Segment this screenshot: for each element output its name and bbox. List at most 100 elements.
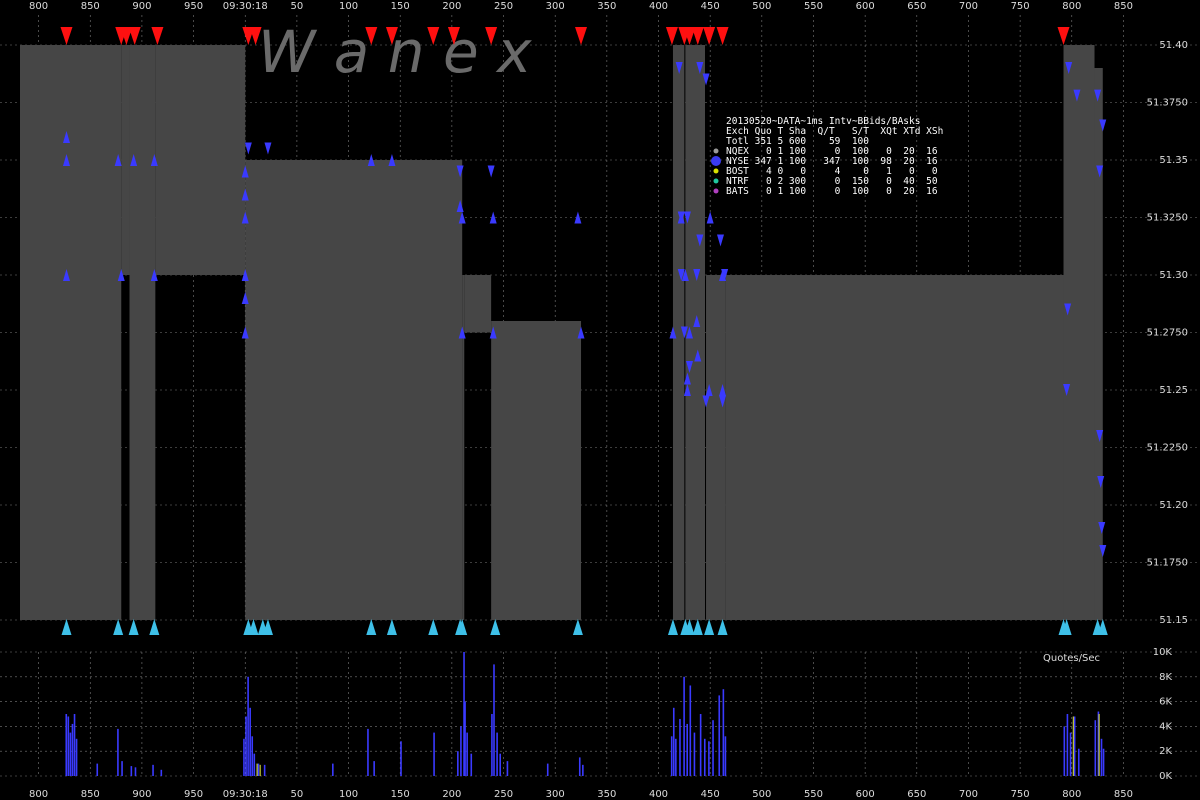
- x-tick-label-top: 200: [442, 1, 461, 12]
- quote-rate-bar: [675, 738, 677, 776]
- x-tick-label-top: 500: [752, 1, 771, 12]
- quote-rate-bar: [670, 736, 673, 776]
- quote-rate-bar: [243, 738, 245, 776]
- x-tick-label-bottom: 950: [184, 789, 203, 800]
- quote-rate-bar: [506, 761, 509, 776]
- spread-segment: [706, 275, 726, 620]
- quote-rate-bar: [1069, 732, 1072, 776]
- rate-tick-label: 10K: [1153, 647, 1173, 658]
- spread-segment: [1063, 45, 1095, 620]
- nbbo-ask-marker: [691, 27, 704, 45]
- x-tick-label-top: 300: [546, 1, 565, 12]
- quote-rate-bar: [672, 707, 675, 776]
- rate-tick-label: 0K: [1159, 771, 1172, 782]
- nyse-bid-quote: [706, 211, 714, 224]
- x-tick-label-top: 650: [907, 1, 926, 12]
- quote-rate-bar: [67, 716, 70, 776]
- nyse-ask-quote: [487, 165, 495, 178]
- quote-rate-bar: [546, 763, 549, 776]
- x-tick-label-bottom: 850: [81, 789, 100, 800]
- quote-rate-bar: [249, 707, 251, 776]
- nbbo-bid-marker: [366, 619, 377, 635]
- quote-rate-bar: [724, 736, 727, 776]
- rate-axis-label: Quotes/Sec: [1043, 653, 1100, 664]
- quote-rate-bar: [263, 764, 266, 776]
- quote-rate-bar: [332, 763, 334, 776]
- spread-segment: [129, 45, 156, 620]
- quote-rate-bar: [1063, 726, 1066, 776]
- price-tick-label: 51.25: [1159, 385, 1188, 396]
- price-tick-label: 51.1750: [1147, 558, 1188, 569]
- nyse-ask-quote: [264, 142, 272, 155]
- nbbo-bid-marker: [113, 619, 124, 635]
- price-tick-label: 51.35: [1159, 155, 1188, 166]
- x-tick-label-bottom: 900: [132, 789, 151, 800]
- nbbo-chart: W a n e x 80080085085090090095095009:30:…: [0, 1, 1200, 800]
- x-tick-label-top: 350: [597, 1, 616, 12]
- quote-rate-bar: [373, 761, 375, 776]
- x-tick-label-bottom: 800: [1062, 789, 1081, 800]
- spread-segment: [121, 45, 130, 275]
- x-tick-label-top: 700: [959, 1, 978, 12]
- nbbo-bid-marker: [704, 619, 715, 635]
- x-tick-label-bottom: 350: [597, 789, 616, 800]
- x-tick-label-top: 50: [291, 1, 304, 12]
- legend-dot: [713, 148, 719, 154]
- spread-segment: [245, 160, 463, 620]
- x-tick-label-bottom: 450: [701, 789, 720, 800]
- x-tick-label-top: 100: [339, 1, 358, 12]
- x-tick-label-top: 250: [494, 1, 513, 12]
- chart-canvas: W a n e x 800 800 850 850 900 900 950 950 09:30:…: [0, 0, 1200, 800]
- nbbo-ask-marker: [1057, 27, 1070, 45]
- x-tick-label-bottom: 700: [959, 789, 978, 800]
- quote-rate-bar: [683, 676, 685, 776]
- x-tick-label-bottom: 750: [1011, 789, 1030, 800]
- x-tick-label-bottom: 850: [1114, 789, 1133, 800]
- nbbo-ask-marker: [665, 27, 678, 45]
- legend-dot: [711, 156, 721, 166]
- quote-rate-bar-bost: [1072, 716, 1074, 776]
- x-tick-label-bottom: 100: [339, 789, 358, 800]
- x-tick-label-top: 600: [856, 1, 875, 12]
- spread-segment: [1094, 68, 1103, 620]
- x-tick-label-bottom: 150: [391, 789, 410, 800]
- nbbo-bid-marker: [692, 619, 703, 635]
- spread-segment: [491, 321, 582, 620]
- quote-rate-bar: [251, 736, 254, 776]
- quote-rate-bar: [1100, 738, 1103, 776]
- nbbo-bid-marker: [428, 619, 439, 635]
- nbbo-ask-marker: [60, 27, 73, 45]
- quote-rate-bar: [578, 757, 581, 776]
- nbbo-bid-marker: [149, 619, 160, 635]
- rate-tick-label: 6K: [1159, 697, 1172, 708]
- legend-row: BATS 0 1 100 0 100 0 20 16: [726, 186, 938, 197]
- quote-rate-bar: [703, 738, 706, 776]
- nbbo-bid-marker: [61, 619, 72, 635]
- x-tick-label-bottom: 300: [546, 789, 565, 800]
- price-tick-label: 51.3750: [1147, 98, 1188, 109]
- rate-tick-label: 4K: [1159, 721, 1172, 732]
- x-tick-label-bottom: 09:30:18: [223, 789, 268, 800]
- quote-rate-bar: [253, 753, 256, 776]
- spread-segment: [20, 45, 122, 620]
- legend-dot: [713, 168, 719, 174]
- x-tick-label-bottom: 550: [804, 789, 823, 800]
- quote-rate-bar-bost: [1098, 714, 1100, 776]
- quote-rate-bar: [130, 766, 133, 776]
- spread-segment: [725, 275, 1064, 620]
- quote-rate-bar: [491, 714, 493, 776]
- x-tick-label-top: 750: [1011, 1, 1030, 12]
- spread-segment: [464, 275, 492, 333]
- x-tick-label-top: 900: [132, 1, 151, 12]
- quote-rate-bar-bost: [259, 764, 261, 776]
- price-tick-label: 51.15: [1159, 615, 1188, 626]
- quote-rate-bar: [152, 764, 154, 776]
- x-tick-label-top: 850: [1114, 1, 1133, 12]
- price-tick-label: 51.3250: [1147, 213, 1188, 224]
- quote-rate-bar: [160, 769, 163, 776]
- nbbo-bid-marker: [386, 619, 397, 635]
- quote-rate-bar: [464, 701, 466, 776]
- quote-rate-bar: [493, 664, 495, 776]
- quote-rate-bar: [134, 767, 137, 776]
- nyse-ask-quote: [244, 142, 252, 155]
